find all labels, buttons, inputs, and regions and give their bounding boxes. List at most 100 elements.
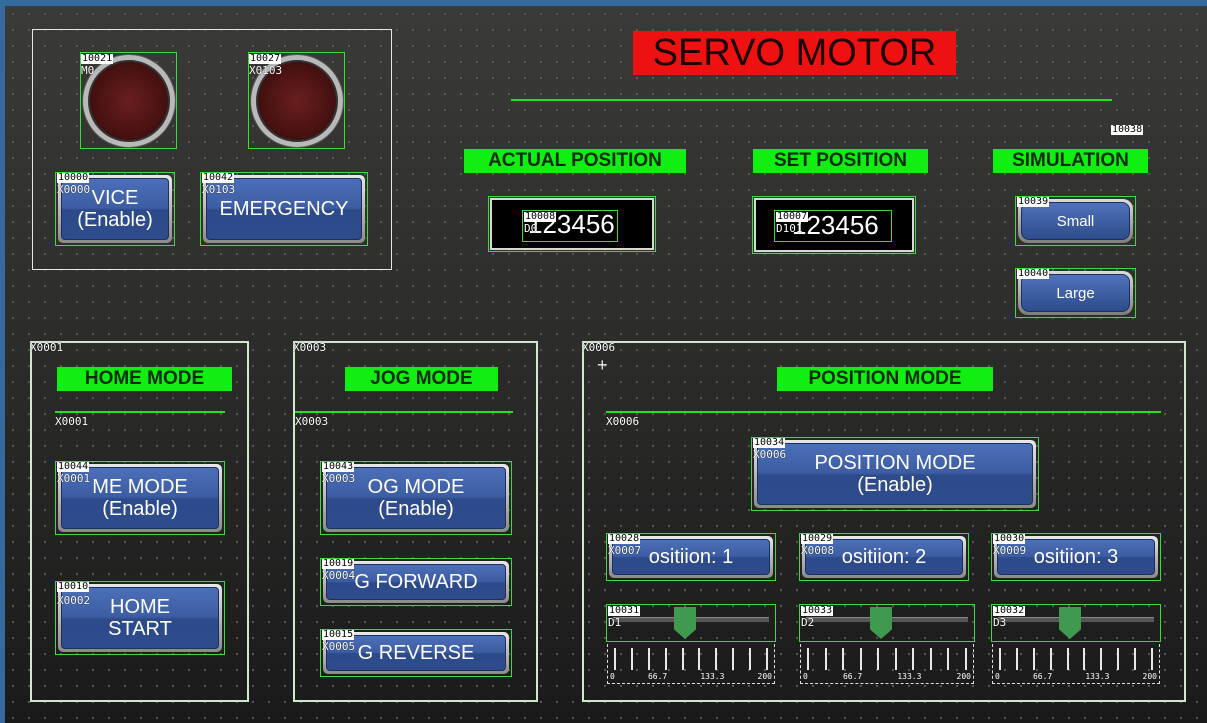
position-divider xyxy=(606,411,1161,413)
scale-label: 66.7 xyxy=(647,672,668,681)
scale-label: 66.7 xyxy=(842,672,863,681)
jog-mode-label: JOG MODE xyxy=(345,367,498,391)
addr-home-line: X0001 xyxy=(55,415,89,428)
page-title: SERVO MOTOR xyxy=(633,31,956,75)
tag-jog-enable: 10043 xyxy=(322,461,355,472)
scale-tick xyxy=(1100,648,1103,670)
hmi-screen: 10021 M0 10027 X0103 VICE (Enable) 10000… xyxy=(5,6,1207,723)
tag-actual-display: 10008 xyxy=(524,211,557,222)
addr-pos2: X0008 xyxy=(801,544,835,557)
scale-label: 200 xyxy=(757,672,772,681)
scale-label: 200 xyxy=(1142,672,1157,681)
scale-label: 0 xyxy=(995,672,1000,681)
scale-tick xyxy=(1134,648,1136,670)
tag-position-enable: 10034 xyxy=(753,437,786,448)
addr-position-enable: X0006 xyxy=(753,448,787,461)
scale-label: 0 xyxy=(803,672,808,681)
status-lamp-m0 xyxy=(83,55,175,147)
scale-tick xyxy=(647,648,650,670)
scale-tick xyxy=(929,648,932,670)
scale-label: 66.7 xyxy=(1032,672,1053,681)
slider-1-thumb[interactable] xyxy=(674,607,696,639)
scale-tick xyxy=(964,648,967,670)
scale-tick xyxy=(630,648,633,670)
slider-3-thumb[interactable] xyxy=(1059,607,1081,639)
scale-tick xyxy=(947,648,950,670)
tag-large-btn: 10040 xyxy=(1017,268,1050,279)
addr-jog-forward: X0004 xyxy=(322,569,356,582)
addr-jog-reverse: X0005 xyxy=(322,640,356,653)
scale-tick xyxy=(859,648,862,670)
scale-tick xyxy=(1083,648,1086,670)
scale-tick xyxy=(877,648,880,670)
scale-tick xyxy=(842,648,845,670)
addr-actual-display: D0 xyxy=(524,222,538,235)
tag-device-btn: 10000 xyxy=(57,172,90,183)
addr-pos1: X0007 xyxy=(608,544,642,557)
addr-home-panel: X0001 xyxy=(30,341,64,354)
tag-home-start: 10010 xyxy=(57,581,90,592)
scale-tick xyxy=(732,648,735,670)
position-mode-enable-button[interactable]: POSITION MODE (Enable) xyxy=(754,440,1036,508)
home-mode-label: HOME MODE xyxy=(57,367,232,391)
tag-jog-forward: 10019 xyxy=(322,558,355,569)
crosshair-icon: + xyxy=(597,355,608,375)
scale-tick xyxy=(1150,648,1153,670)
addr-lamp-1: M0 xyxy=(81,64,95,77)
addr-home-enable: X0001 xyxy=(57,472,91,485)
addr-slider2: D2 xyxy=(801,616,815,629)
scale-tick xyxy=(824,648,827,670)
position-2-scale: 0 66.7 133.3 200 xyxy=(800,644,974,684)
addr-lamp-2: X0103 xyxy=(249,64,283,77)
scale-tick xyxy=(999,648,1001,670)
position-mode-label: POSITION MODE xyxy=(777,367,993,391)
tag-slider3: 10032 xyxy=(993,605,1026,616)
scale-tick xyxy=(807,648,809,670)
tag-jog-reverse: 10015 xyxy=(322,629,355,640)
scale-tick xyxy=(1117,648,1120,670)
tag-lamp-2: 10027 xyxy=(249,53,282,64)
scale-tick xyxy=(749,648,751,670)
position-3-scale: 0 66.7 133.3 200 xyxy=(992,644,1160,684)
scale-label: 133.3 xyxy=(700,672,725,681)
addr-emergency-btn: X0103 xyxy=(202,183,236,196)
addr-slider1: D1 xyxy=(608,616,622,629)
addr-set-display: D101 xyxy=(776,222,803,235)
addr-position-line: X0006 xyxy=(606,415,640,428)
slider-2-thumb[interactable] xyxy=(870,607,892,639)
scale-tick xyxy=(912,648,915,670)
home-divider xyxy=(55,411,225,413)
addr-position-panel: X0006 xyxy=(582,341,616,354)
tag-lamp-1: 10021 xyxy=(81,53,114,64)
scale-tick xyxy=(664,648,667,670)
addr-pos3: X0009 xyxy=(993,544,1027,557)
tag-small-btn: 10039 xyxy=(1017,196,1050,207)
scale-tick xyxy=(681,648,684,670)
tag-emergency-btn: 10042 xyxy=(202,172,235,183)
tag-simulation-header: 10038 xyxy=(1111,124,1144,135)
addr-slider3: D3 xyxy=(993,616,1007,629)
set-position-label: SET POSITION xyxy=(753,149,928,173)
scale-tick xyxy=(698,648,701,670)
addr-jog-enable: X0003 xyxy=(322,472,356,485)
scale-label: 0 xyxy=(610,672,615,681)
scale-tick xyxy=(715,648,718,670)
tag-pos2: 10029 xyxy=(801,533,834,544)
scale-tick xyxy=(894,648,897,670)
position-1-scale: 0 66.7 133.3 200 xyxy=(607,644,775,684)
addr-jog-panel: X0003 xyxy=(293,341,327,354)
actual-position-label: ACTUAL POSITION xyxy=(464,149,686,173)
tag-home-enable: 10044 xyxy=(57,461,90,472)
addr-device-btn: X0000 xyxy=(57,183,91,196)
scale-label: 133.3 xyxy=(897,672,922,681)
scale-tick xyxy=(614,648,616,670)
addr-home-start: X0002 xyxy=(57,594,91,607)
scale-tick xyxy=(1032,648,1035,670)
scale-tick xyxy=(1015,648,1018,670)
simulation-label: SIMULATION xyxy=(993,149,1148,173)
addr-jog-line: X0003 xyxy=(295,415,329,428)
scale-tick xyxy=(1066,648,1069,670)
scale-label: 200 xyxy=(956,672,971,681)
tag-pos3: 10030 xyxy=(993,533,1026,544)
scale-tick xyxy=(1049,648,1052,670)
